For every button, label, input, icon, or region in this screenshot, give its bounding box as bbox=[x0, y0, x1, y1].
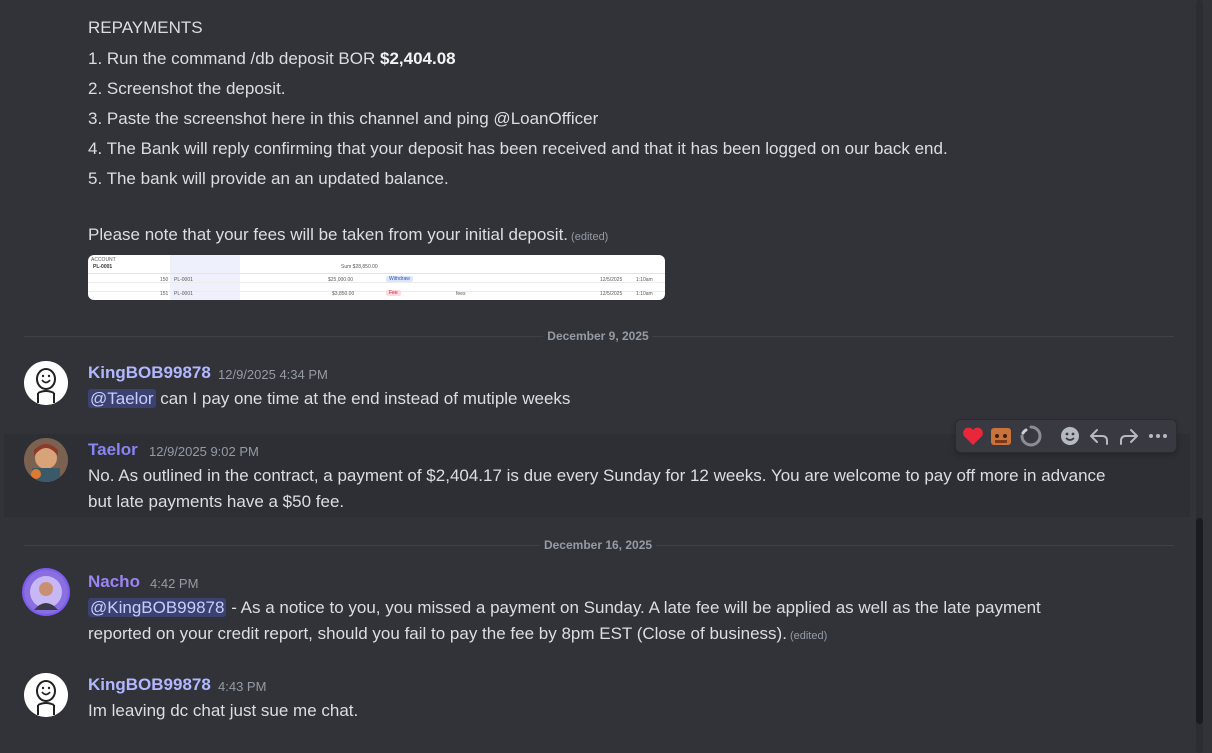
user-mention[interactable]: @Taelor bbox=[88, 389, 156, 408]
sheet-account-id: PL-0001 bbox=[93, 264, 113, 270]
repayments-title: REPAYMENTS bbox=[88, 18, 203, 37]
sheet-cell: 151 bbox=[160, 291, 169, 297]
sheet-cell: 150 bbox=[160, 277, 169, 283]
avatar[interactable] bbox=[24, 673, 68, 717]
cat-reaction-icon[interactable] bbox=[989, 424, 1013, 448]
avatar[interactable] bbox=[24, 361, 68, 405]
more-icon[interactable] bbox=[1146, 424, 1170, 448]
author-name[interactable]: Taelor bbox=[88, 440, 138, 460]
scrollbar-thumb[interactable] bbox=[1196, 518, 1203, 724]
avatar[interactable] bbox=[24, 438, 68, 482]
step-1-text: 1. Run the command /db deposit BOR bbox=[88, 49, 380, 68]
spreadsheet-attachment[interactable]: ACCOUNT PL-0001 Sum $28,850.00 150 PL-00… bbox=[88, 255, 665, 300]
sheet-cell: $3,850.00 bbox=[332, 291, 355, 297]
message-text: Im leaving dc chat just sue me chat. bbox=[88, 701, 359, 720]
message-text: but late payments have a $50 fee. bbox=[88, 492, 345, 511]
user-avatar-icon bbox=[24, 361, 68, 405]
edited-label: (edited) bbox=[789, 630, 828, 642]
sheet-cell: 12/5/2025 bbox=[600, 277, 623, 283]
sheet-header-label: ACCOUNT bbox=[91, 257, 116, 263]
step-5: 5. The bank will provide an an updated b… bbox=[88, 169, 449, 188]
message-content: @KingBOB99878 - As a notice to you, you … bbox=[88, 598, 1041, 618]
date-divider-label: December 9, 2025 bbox=[543, 329, 653, 343]
sheet-cell: 1:10am bbox=[636, 291, 653, 297]
message-text: reported on your credit report, should y… bbox=[88, 624, 787, 643]
user-avatar-icon bbox=[24, 673, 68, 717]
sheet-cell: 1:10am bbox=[636, 277, 653, 283]
reply-icon[interactable] bbox=[1087, 424, 1111, 448]
message-content: @Taelor can I pay one time at the end in… bbox=[88, 389, 570, 409]
user-mention[interactable]: @KingBOB99878 bbox=[88, 598, 227, 617]
fees-note: Please note that your fees will be taken… bbox=[88, 225, 608, 245]
sheet-type-tag: Withdraw bbox=[386, 276, 413, 282]
add-reaction-icon[interactable] bbox=[1058, 424, 1082, 448]
forward-icon[interactable] bbox=[1117, 424, 1141, 448]
step-1: 1. Run the command /db deposit BOR $2,40… bbox=[88, 49, 456, 69]
date-divider: December 16, 2025 bbox=[24, 538, 1174, 552]
heart-reaction-icon[interactable] bbox=[961, 424, 985, 448]
message-text: can I pay one time at the end instead of… bbox=[155, 389, 571, 408]
sheet-cell: PL-0001 bbox=[174, 291, 193, 297]
user-avatar-icon bbox=[24, 570, 68, 614]
loading-reaction-icon[interactable] bbox=[1019, 424, 1043, 448]
author-name[interactable]: Nacho bbox=[88, 572, 140, 592]
author-name[interactable]: KingBOB99878 bbox=[88, 363, 211, 383]
deposit-amount: $2,404.08 bbox=[380, 49, 456, 68]
step-4: 4. The Bank will reply confirming that y… bbox=[88, 139, 948, 158]
sheet-type-tag: Fee bbox=[386, 290, 401, 296]
sheet-cell: $25,000.00 bbox=[328, 277, 354, 283]
edited-label: (edited) bbox=[571, 231, 609, 243]
user-avatar-icon bbox=[24, 438, 68, 482]
author-name[interactable]: KingBOB99878 bbox=[88, 675, 211, 695]
date-divider-label: December 16, 2025 bbox=[539, 538, 657, 552]
sheet-cell: 12/5/2025 bbox=[600, 291, 623, 297]
date-divider: December 9, 2025 bbox=[24, 329, 1174, 343]
avatar[interactable] bbox=[24, 570, 68, 614]
message-content: reported on your credit report, should y… bbox=[88, 624, 827, 644]
message-text: No. As outlined in the contract, a payme… bbox=[88, 466, 1106, 485]
fees-note-text: Please note that your fees will be taken… bbox=[88, 225, 569, 244]
sheet-cell: PL-0001 bbox=[174, 277, 193, 283]
step-3: 3. Paste the screenshot here in this cha… bbox=[88, 109, 599, 128]
step-2: 2. Screenshot the deposit. bbox=[88, 79, 286, 98]
message-timestamp: 4:43 PM bbox=[218, 679, 267, 694]
message-timestamp: 12/9/2025 9:02 PM bbox=[149, 444, 259, 459]
message-timestamp: 12/9/2025 4:34 PM bbox=[218, 367, 328, 382]
sheet-cell: fees bbox=[456, 291, 466, 297]
message-timestamp: 4:42 PM bbox=[150, 576, 199, 591]
message-hover-toolbar bbox=[955, 419, 1177, 453]
sheet-sum: Sum $28,850.00 bbox=[341, 264, 378, 270]
message-text: - As a notice to you, you missed a payme… bbox=[226, 598, 1041, 617]
